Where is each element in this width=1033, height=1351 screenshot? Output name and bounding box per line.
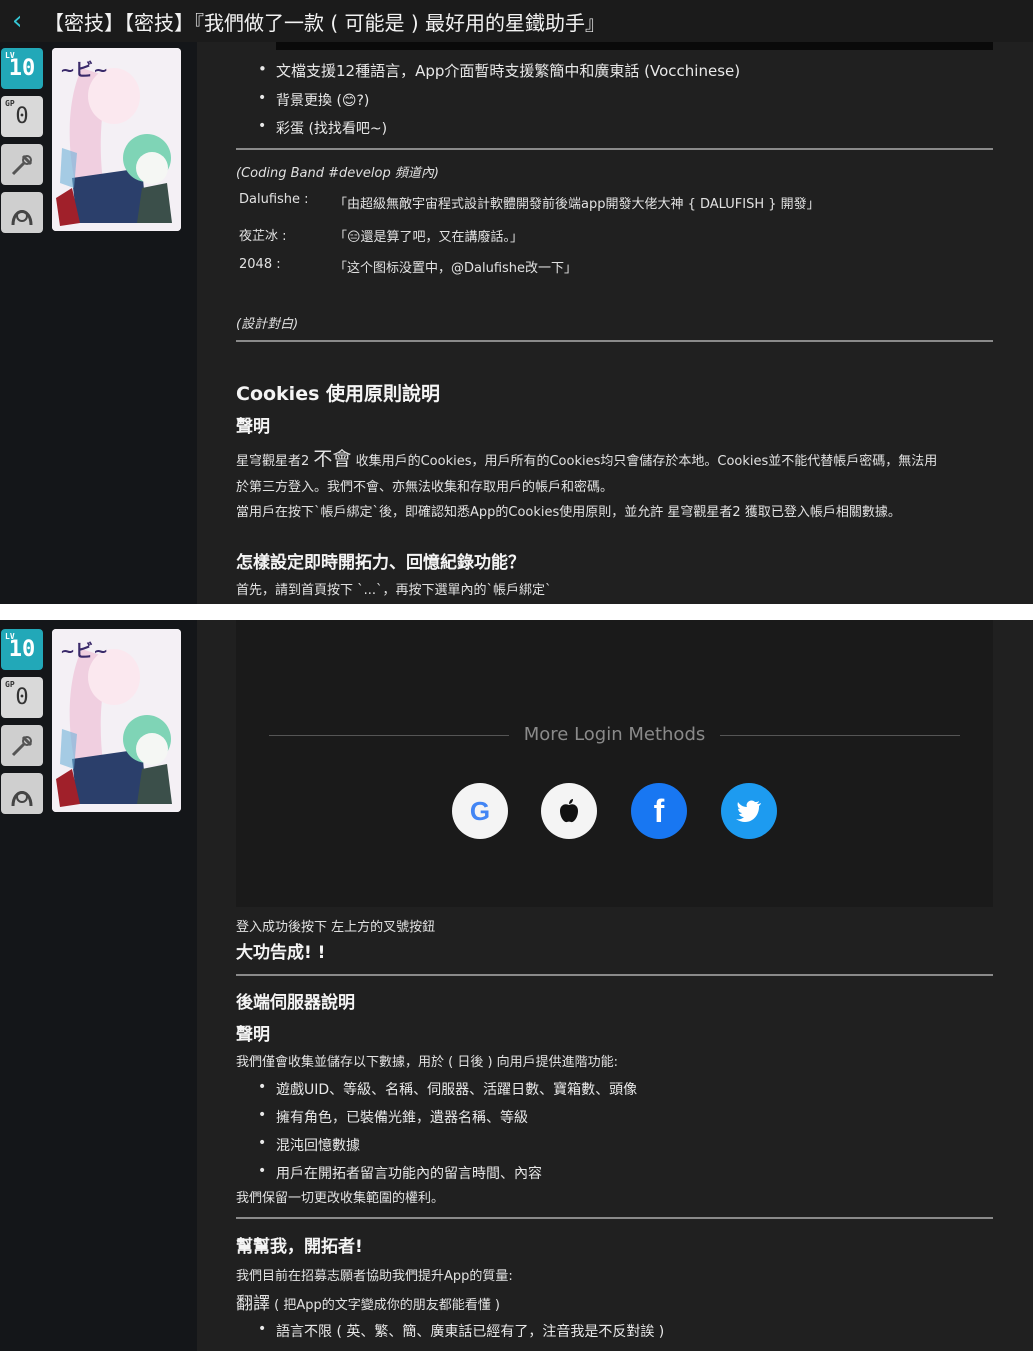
page-title: 【密技】【密技】『我們做了一款 ( 可能是 ) 最好用的星鐵助手』 (44, 10, 606, 35)
login-methods-screenshot: More Login Methods G f (236, 620, 993, 907)
more-login-methods-label: More Login Methods (523, 724, 706, 745)
dialogue-text-dalufishe: 「由超級無敵宇宙程式設計軟體開發前後端app開發大佬大神 { DALUFISH … (334, 197, 820, 212)
article-content-top: 文檔支援12種語言，App介面暫時支援繁簡中和廣東話 (Vocchinese) … (197, 42, 1033, 604)
design-dialogue-note: (設計對白) (236, 317, 299, 332)
server-bullet-uid: 遊戲UID、等級、名稱、伺服器、活躍日數、寶箱數、頭像 (258, 1079, 637, 1099)
anime-avatar-image: ~ビ~ (52, 629, 181, 812)
facebook-icon: f (653, 792, 665, 829)
anime-avatar-image: ~ビ~ (52, 48, 181, 231)
title-bar: ‹ 【密技】【密技】『我們做了一款 ( 可能是 ) 最好用的星鐵助手』 (0, 0, 1033, 42)
google-login-button[interactable]: G (452, 783, 508, 839)
divider (236, 148, 993, 150)
dialogue-text-2048: 「这个图标没置中，@Dalufishe改一下」 (334, 261, 578, 276)
chevron-left-icon: ‹ (12, 6, 23, 36)
article-content-bottom: More Login Methods G f 登入成功後按下 左上方的叉號按鈕 … (197, 620, 1033, 1351)
facebook-login-button[interactable]: f (631, 783, 687, 839)
back-button[interactable]: ‹ (12, 8, 40, 34)
level-prefix: LV (5, 51, 15, 60)
divider (236, 340, 993, 342)
cookies-paragraph-line1: 星穹觀星者2 不會 收集用戶的Cookies，用戶所有的Cookies均只會儲存… (236, 444, 937, 471)
emphasis-not: 不會 (313, 448, 352, 470)
server-bullet-characters: 擁有角色，已裝備光錐，遺器名稱、等級 (258, 1107, 528, 1127)
twitter-login-button[interactable] (721, 783, 777, 839)
author-sidebar: LV 10 GP 0 ~ビ~ (0, 620, 197, 1351)
svg-text:~ビ~: ~ビ~ (60, 641, 108, 662)
gp-value: 0 (15, 685, 29, 710)
gp-badge: GP 0 (1, 96, 43, 137)
gp-prefix: GP (5, 99, 15, 108)
tool-badge[interactable] (1, 725, 43, 766)
after-login-text: 登入成功後按下 左上方的叉號按鈕 (236, 920, 436, 935)
app-name: 星穹觀星者2 (236, 454, 310, 469)
wrench-icon (11, 154, 33, 175)
translate-desc: ( 把App的文字變成你的朋友都能看懂 ) (270, 1298, 500, 1313)
helmet-icon (11, 209, 33, 225)
avatar[interactable]: ~ビ~ (52, 48, 181, 231)
svg-text:~ビ~: ~ビ~ (60, 60, 108, 81)
howto-heading: 怎樣設定即時開拓力、回憶紀錄功能？ (236, 553, 525, 573)
feature-bullet-easter-egg: 彩蛋 (找找看吧~) (258, 118, 387, 138)
server-heading: 後端伺服器說明 (236, 993, 355, 1013)
level-badge: LV 10 (1, 48, 43, 89)
dialogue-name-yezhibing: 夜芷冰 : (239, 229, 287, 244)
cookies-heading: Cookies 使用原則說明 (236, 383, 441, 405)
cookies-paragraph-text: 收集用戶的Cookies，用戶所有的Cookies均只會儲存於本地。Cookie… (355, 454, 938, 469)
statement-heading: 聲明 (236, 1025, 270, 1045)
gp-value: 0 (15, 104, 29, 129)
howto-paragraph: 首先，請到首頁按下 `...`，再按下選單內的`帳戶綁定` (236, 583, 552, 598)
apple-login-button[interactable] (541, 783, 597, 839)
divider (236, 1217, 993, 1219)
server-bullet-memory: 混沌回憶數據 (258, 1135, 360, 1155)
help-paragraph: 我們目前在招募志願者協助我們提升App的質量: (236, 1269, 513, 1284)
translate-line: 翻譯 ( 把App的文字變成你的朋友都能看懂 ) (236, 1289, 500, 1314)
level-badge: LV 10 (1, 629, 43, 670)
avatar[interactable]: ~ビ~ (52, 629, 181, 812)
statement-heading: 聲明 (236, 417, 270, 437)
guild-badge[interactable] (1, 192, 43, 233)
feature-bullet-background: 背景更換 (😊?) (258, 90, 369, 110)
google-icon: G (469, 795, 491, 826)
dialogue-text-yezhibing: 「😑還是算了吧，又在講廢話。」 (334, 230, 524, 245)
translate-label: 翻譯 (236, 1294, 270, 1314)
author-sidebar: LV 10 GP 0 ~ビ~ (0, 42, 197, 604)
server-bullet-comments: 用戶在開拓者留言功能內的留言時間、內容 (258, 1163, 542, 1183)
done-text: 大功告成! ! (236, 943, 326, 963)
server-paragraph: 我們僅會收集並儲存以下數據，用於 ( 日後 ) 向用戶提供進階功能: (236, 1055, 619, 1070)
dialogue-name-dalufishe: Dalufishe : (239, 192, 309, 207)
feature-bullet-languages: 文檔支援12種語言，App介面暫時支援繁簡中和廣東話 (Vocchinese) (258, 60, 740, 81)
cookies-paragraph-line2: 於第三方登入。我們不會、亦無法收集和存取用戶的帳戶和密碼。 (236, 480, 614, 495)
guild-badge[interactable] (1, 773, 43, 814)
wrench-icon (11, 735, 33, 756)
gp-badge: GP 0 (1, 677, 43, 718)
embed-bottom-edge (276, 42, 993, 50)
level-prefix: LV (5, 632, 15, 641)
help-heading: 幫幫我，開拓者! (236, 1237, 363, 1257)
gp-prefix: GP (5, 680, 15, 689)
apple-icon (560, 799, 578, 823)
cookies-paragraph-line3: 當用戶在按下`帳戶綁定`後，即確認知悉App的Cookies使用原則，並允許 星… (236, 505, 901, 520)
translate-bullet: 語言不限 ( 英、繁、簡、廣東話已經有了，注音我是不反對誒 ) (258, 1321, 664, 1341)
reserve-rights-text: 我們保留一切更改收集範圍的權利。 (236, 1191, 445, 1206)
article-panel-top: LV 10 GP 0 ~ビ~ • 文檔支援12種語言，App介面暫時支援繁簡中和… (0, 42, 1033, 604)
helmet-icon (11, 790, 33, 806)
coding-band-note: (Coding Band #develop 頻道內) (236, 166, 439, 181)
dialogue-name-2048: 2048 : (239, 257, 281, 272)
tool-badge[interactable] (1, 144, 43, 185)
article-panel-bottom: LV 10 GP 0 ~ビ~ More Login Methods G f 登入… (0, 620, 1033, 1351)
divider (236, 974, 993, 976)
twitter-icon (736, 800, 761, 822)
